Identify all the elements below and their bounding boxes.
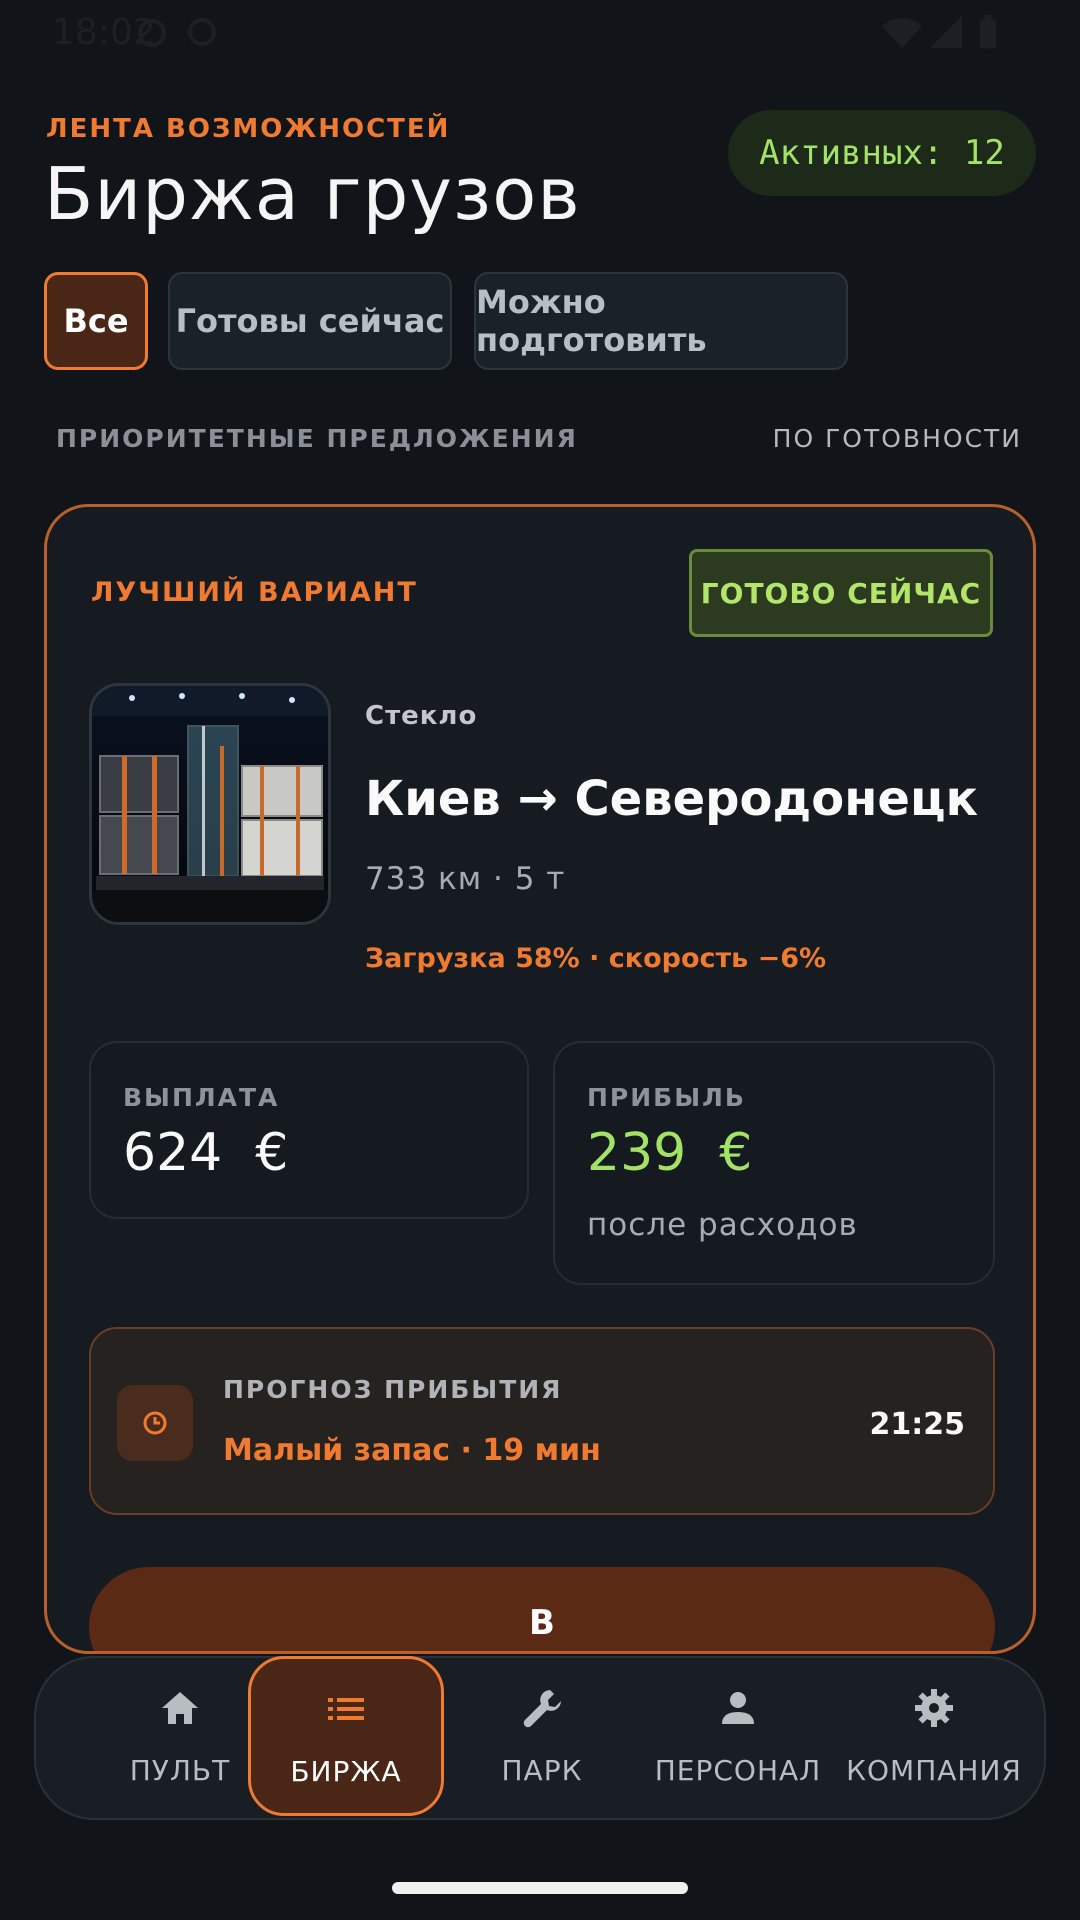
person-icon [722,1692,754,1724]
filter-chip-label: Готовы сейчас [175,302,445,340]
payout-box: ВЫПЛАТА 624 € [89,1041,529,1219]
route-meta: 733 км · 5 т [365,861,566,897]
page-title: Биржа грузов [44,152,581,236]
filter-chip-ready-now[interactable]: Готовы сейчас [168,272,452,370]
home-icon [162,1692,198,1724]
cargo-image [89,683,331,925]
ready-badge-label: ГОТОВО СЕЙЧАС [700,576,982,610]
signal-icon [930,16,962,48]
take-offer-label: В [529,1603,555,1643]
clock-icon [117,1385,193,1461]
active-count-label: Активных: 12 [759,133,1005,173]
profit-value: 239 € [587,1123,753,1183]
nav-item-fleet[interactable]: ПАРК [444,1658,640,1818]
route-title: Киев → Северодонецк [365,771,979,827]
filter-chip-label: Все [63,302,129,340]
list-icon [328,1698,364,1720]
sort-toggle[interactable]: ПО ГОТОВНОСТИ [773,424,1022,453]
filter-chip-all[interactable]: Все [44,272,148,370]
status-bar: 18:02 [0,0,1080,70]
eta-panel: ПРОГНОЗ ПРИБЫТИЯ Малый запас · 19 мин 21… [89,1327,995,1515]
gear-icon [915,1689,953,1727]
nav-label: КОМПАНИЯ [846,1754,1022,1787]
filter-chip-label: Можно подготовить [476,283,707,359]
feed-subtitle: ЛЕНТА ВОЗМОЖНОСТЕЙ [46,114,451,144]
eta-status: Малый запас · 19 мин [223,1433,601,1468]
eta-label: ПРОГНОЗ ПРИБЫТИЯ [223,1375,563,1404]
nav-item-exchange[interactable]: БИРЖА [248,1656,444,1816]
take-offer-button[interactable]: В [89,1567,995,1651]
profit-note: после расходов [587,1207,858,1243]
alarm-icon [138,19,166,47]
active-count-badge: Активных: 12 [728,110,1036,196]
best-option-tag: ЛУЧШИЙ ВАРИАНТ [91,577,418,608]
profit-box: ПРИБЫЛЬ 239 € после расходов [553,1041,995,1285]
offer-card[interactable]: ЛУЧШИЙ ВАРИАНТ ГОТОВО СЕЙЧАС Стекло Киев… [44,504,1036,1654]
bottom-nav: ПУЛЬТ БИРЖА ПАРК ПЕРСОНАЛ КОМПАНИЯ [34,1656,1046,1820]
payout-value: 624 € [123,1123,289,1183]
nav-item-company[interactable]: КОМПАНИЯ [836,1658,1032,1818]
nav-item-staff[interactable]: ПЕРСОНАЛ [640,1658,836,1818]
wifi-icon [882,18,922,48]
home-indicator[interactable] [392,1882,688,1894]
payout-label: ВЫПЛАТА [123,1083,280,1112]
wrench-icon [523,1690,561,1728]
cargo-type: Стекло [365,701,478,731]
sync-icon [188,18,216,46]
section-title: ПРИОРИТЕТНЫЕ ПРЕДЛОЖЕНИЯ [56,424,578,453]
load-warning: Загрузка 58% · скорость −6% [365,943,827,974]
filter-chip-can-prepare[interactable]: Можно подготовить [474,272,848,370]
ready-now-badge: ГОТОВО СЕЙЧАС [689,549,993,637]
battery-icon [979,14,997,49]
profit-label: ПРИБЫЛЬ [587,1083,746,1112]
eta-time: 21:25 [869,1407,966,1442]
